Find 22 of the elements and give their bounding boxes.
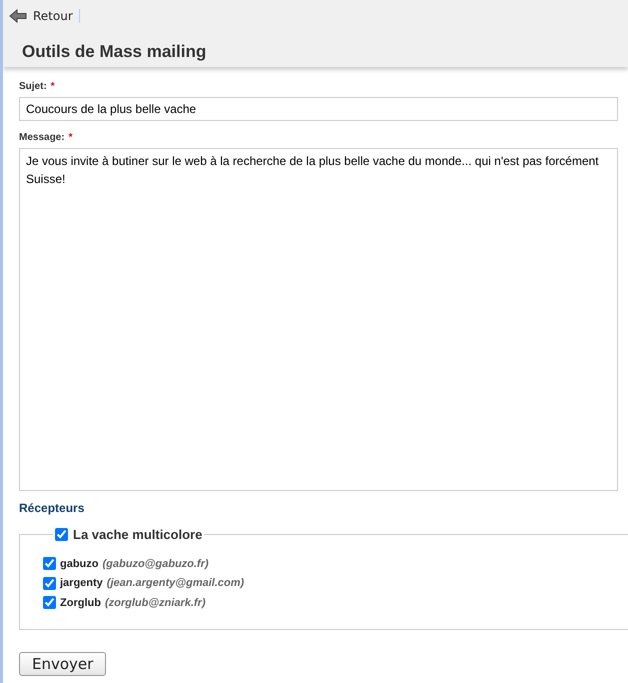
required-mark: * <box>50 81 55 92</box>
recipient-email: (gabuzo@gabuzo.fr) <box>102 558 209 570</box>
send-button[interactable]: Envoyer <box>19 652 106 676</box>
recipient-email: (jean.argenty@gmail.com) <box>106 577 244 590</box>
recipient-name: Zorglub <box>60 596 101 609</box>
checkbox[interactable] <box>43 576 56 590</box>
section-heading: Récepteurs <box>19 501 86 515</box>
back-link[interactable]: Retour <box>9 9 80 23</box>
field-label: Sujet: <box>19 81 47 92</box>
recipient-email: (zorglub@zniark.fr) <box>104 596 206 609</box>
checkbox[interactable] <box>43 596 56 610</box>
recipient-name: jargenty <box>60 577 103 590</box>
back-arrow-icon <box>9 9 27 23</box>
field-label: Message: <box>19 132 65 143</box>
recipient-name: gabuzo <box>60 558 98 570</box>
checkbox[interactable] <box>43 557 56 570</box>
required-mark: * <box>68 132 72 143</box>
group-name: La vache multicolore <box>73 527 202 542</box>
message-field[interactable]: Je vous invite à butiner sur le web à la recherche de la plus belle vache du monde... qui n'est pas forcément Suisse! <box>19 148 618 491</box>
page-title: Outils de Mass mailing <box>22 42 208 62</box>
checkbox[interactable] <box>55 528 68 541</box>
subject-field[interactable]: Coucours de la plus belle vache <box>19 97 618 121</box>
